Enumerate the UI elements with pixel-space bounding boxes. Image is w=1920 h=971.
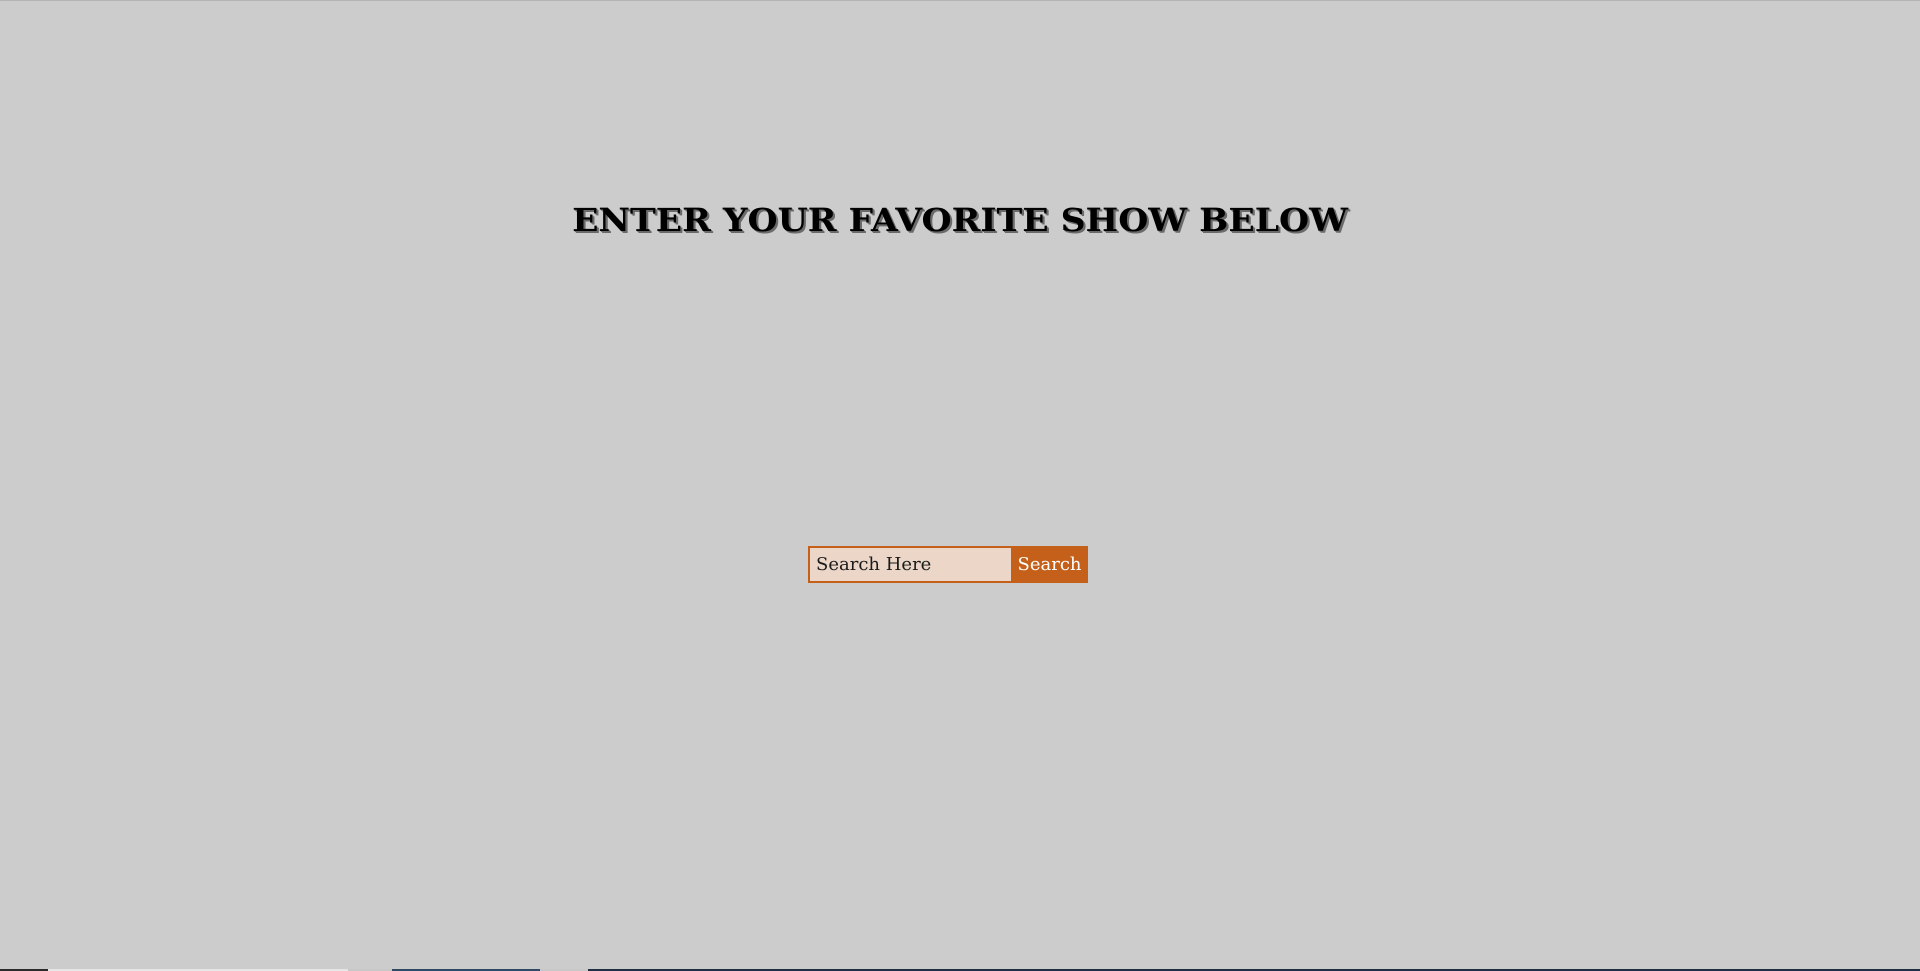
search-form: Search	[808, 546, 1088, 583]
page-title: ENTER YOUR FAVORITE SHOW BELOW	[572, 201, 1348, 239]
search-input[interactable]	[808, 546, 1011, 583]
search-button[interactable]: Search	[1011, 546, 1088, 583]
